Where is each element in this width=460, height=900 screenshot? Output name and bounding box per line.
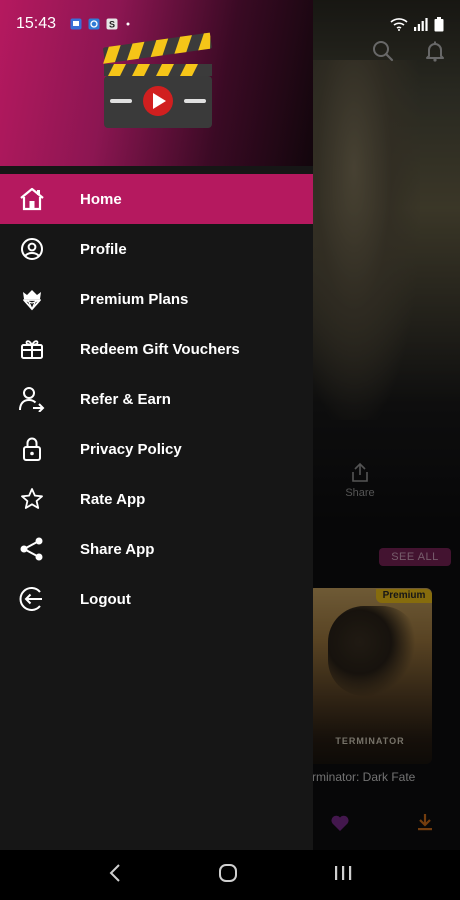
home-nav-icon[interactable] — [218, 863, 238, 888]
menu-label-privacy-policy: Privacy Policy — [80, 440, 182, 458]
app-notification-icon — [70, 18, 82, 30]
menu-item-redeem-gift-vouchers[interactable]: Redeem Gift Vouchers — [0, 324, 313, 374]
menu-item-premium-plans[interactable]: Premium Plans — [0, 274, 313, 324]
system-nav-bar — [0, 850, 460, 900]
lock-icon — [18, 435, 46, 463]
drawer-menu: Home Profile Premium Plans Redeem Gift V… — [0, 174, 313, 624]
dot-icon — [126, 22, 130, 26]
app-notification-icon: S — [106, 18, 118, 30]
status-time: 15:43 — [16, 15, 57, 32]
share-icon — [18, 535, 46, 563]
menu-item-profile[interactable]: Profile — [0, 224, 313, 274]
wifi-icon — [390, 18, 408, 31]
menu-item-logout[interactable]: Logout — [0, 574, 313, 624]
menu-label-share-app: Share App — [80, 540, 155, 558]
home-icon — [18, 185, 46, 213]
diamond-icon — [18, 285, 46, 313]
profile-icon — [18, 235, 46, 263]
menu-label-rate-app: Rate App — [80, 490, 146, 508]
refer-icon — [18, 385, 46, 413]
notification-icons: S — [70, 18, 132, 30]
svg-text:S: S — [109, 20, 115, 30]
menu-label-redeem-gift-vouchers: Redeem Gift Vouchers — [80, 340, 240, 358]
menu-item-privacy-policy[interactable]: Privacy Policy — [0, 424, 313, 474]
menu-item-share-app[interactable]: Share App — [0, 524, 313, 574]
menu-item-refer-earn[interactable]: Refer & Earn — [0, 374, 313, 424]
menu-item-rate-app[interactable]: Rate App — [0, 474, 313, 524]
battery-icon — [434, 16, 444, 31]
menu-label-logout: Logout — [80, 590, 131, 608]
star-icon — [18, 485, 46, 513]
app-notification-icon — [88, 18, 100, 30]
menu-label-premium-plans: Premium Plans — [80, 290, 189, 308]
signal-icon — [414, 18, 428, 31]
gift-icon — [18, 335, 46, 363]
recent-apps-icon[interactable] — [334, 864, 352, 887]
menu-label-refer-earn: Refer & Earn — [80, 390, 171, 408]
status-bar: 15:43 S — [0, 0, 460, 48]
menu-item-home[interactable]: Home — [0, 174, 313, 224]
menu-label-home: Home — [80, 190, 122, 208]
back-icon[interactable] — [108, 863, 122, 888]
navigation-drawer: Home Profile Premium Plans Redeem Gift V… — [0, 0, 313, 850]
logout-icon — [18, 585, 46, 613]
menu-label-profile: Profile — [80, 240, 127, 258]
status-indicators — [390, 16, 444, 32]
